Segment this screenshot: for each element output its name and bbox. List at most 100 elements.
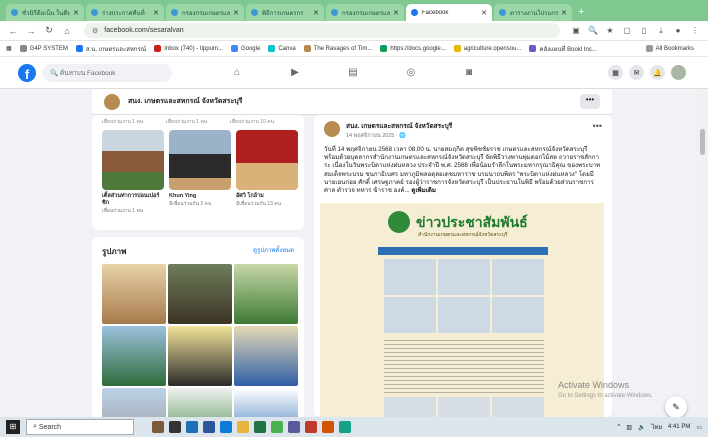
- photo-thumbnail[interactable]: [102, 326, 166, 386]
- browser-tab[interactable]: ร่างประกาศคืนที่ ✕: [86, 4, 164, 21]
- forward-icon[interactable]: →: [24, 26, 38, 36]
- translate-icon[interactable]: ▣: [569, 26, 583, 35]
- app-icon[interactable]: [288, 421, 300, 433]
- post-menu-icon[interactable]: •••: [593, 121, 602, 131]
- photo-thumbnail[interactable]: [168, 388, 232, 417]
- poster-photo: [492, 397, 544, 417]
- language-indicator[interactable]: ไทย: [651, 422, 662, 432]
- groups-icon[interactable]: ◎: [382, 67, 440, 78]
- bookmark-item[interactable]: Google: [230, 45, 260, 52]
- windows-start-icon[interactable]: ⊞: [6, 420, 20, 434]
- notifications-icon[interactable]: 🔔: [650, 65, 665, 80]
- marketplace-icon[interactable]: ▤: [324, 67, 382, 78]
- notification-icon[interactable]: ▭: [696, 424, 702, 431]
- tray-chevron-icon[interactable]: ^: [617, 424, 620, 430]
- browser-tab[interactable]: พิธีการเกษตรกร ✕: [246, 4, 324, 21]
- home-icon[interactable]: ⌂: [208, 67, 266, 78]
- photo-thumbnail[interactable]: [168, 326, 232, 386]
- photo-thumbnail[interactable]: [234, 264, 298, 324]
- new-tab-button[interactable]: +: [578, 4, 584, 21]
- video-icon[interactable]: ▶: [266, 67, 324, 78]
- clock[interactable]: 4:41 PM: [668, 424, 690, 430]
- bookmark-item[interactable]: The Ravages of Tim...: [303, 45, 372, 52]
- reload-icon[interactable]: ↻: [42, 25, 56, 36]
- bookmark-item[interactable]: G4P SYSTEM: [19, 45, 68, 52]
- app-icon[interactable]: [152, 421, 164, 433]
- apps-icon[interactable]: ▦: [6, 45, 12, 52]
- see-all-photos-link[interactable]: ดูรูปภาพทั้งหมด: [253, 245, 294, 258]
- bookmark-item[interactable]: Canva: [268, 45, 296, 52]
- chrome-icon[interactable]: [271, 421, 283, 433]
- facebook-search[interactable]: 🔍 ค้นหาบน Facebook: [42, 63, 172, 82]
- activate-windows-subtitle: Go to Settings to activate Windows.: [558, 393, 653, 399]
- avatar[interactable]: [671, 65, 686, 80]
- facebook-logo-icon[interactable]: f: [18, 63, 36, 82]
- app-icon[interactable]: [305, 421, 317, 433]
- bookmark-item[interactable]: agriculture.opensou...: [453, 45, 521, 52]
- photo-thumbnail[interactable]: [234, 388, 298, 417]
- scrollbar[interactable]: [697, 89, 708, 417]
- page-title[interactable]: สนง. เกษตรและสหกรณ์ จังหวัดสระบุรี: [128, 96, 242, 107]
- bookmark-icon: [303, 45, 311, 52]
- close-icon[interactable]: ✕: [233, 9, 239, 17]
- zoom-icon[interactable]: 🔍: [586, 26, 600, 35]
- profile-icon[interactable]: ●: [671, 26, 685, 35]
- site-info-icon[interactable]: ⚙: [92, 27, 98, 35]
- home-icon[interactable]: ⌂: [60, 26, 74, 36]
- see-more-link[interactable]: ดูเพิ่มเติม: [411, 187, 436, 194]
- photo-thumbnail[interactable]: [102, 264, 166, 324]
- app-icon[interactable]: [322, 421, 334, 433]
- taskbar-search[interactable]: ⌕ Search: [26, 419, 134, 435]
- taskbar-apps: [152, 421, 356, 433]
- close-icon[interactable]: ✕: [153, 9, 159, 17]
- browser-tab[interactable]: กรองกรมเกษตรและ ✕: [166, 4, 244, 21]
- new-message-button[interactable]: ✎: [665, 396, 687, 418]
- bookmark-item[interactable]: Inbox (740) - tippum...: [154, 45, 223, 52]
- friend-item[interactable]: Khun Ying มีเพื่อนร่วมกัน 2 คน: [169, 130, 231, 215]
- volume-icon[interactable]: 🔈: [638, 424, 645, 431]
- app-icon[interactable]: [339, 421, 351, 433]
- all-bookmarks[interactable]: All Bookmarks: [645, 45, 694, 52]
- page-avatar[interactable]: [104, 93, 120, 110]
- photo-thumbnail[interactable]: [234, 326, 298, 386]
- download-icon[interactable]: ⤓: [654, 26, 668, 36]
- back-icon[interactable]: ←: [6, 26, 20, 36]
- bookmark-item[interactable]: https://docs.google...: [380, 45, 446, 52]
- photo-thumbnail[interactable]: [102, 388, 166, 417]
- url-field[interactable]: ⚙ facebook.com/sesaralvan: [84, 23, 560, 38]
- gaming-icon[interactable]: ◙: [440, 67, 498, 78]
- close-icon[interactable]: ✕: [481, 9, 487, 17]
- friend-item[interactable]: อัศวิ โกอ้าม มีเพื่อนร่วมกัน 13 คน: [236, 130, 298, 215]
- menu-grid-icon[interactable]: ▦: [608, 65, 623, 80]
- post-date[interactable]: 14 พฤศจิกายน 2025 · 🌐: [346, 132, 452, 140]
- extensions-icon[interactable]: ▢: [620, 26, 634, 35]
- bookmark-item[interactable]: คลังแผนที่ Bookl Inc...: [529, 44, 597, 54]
- excel-icon[interactable]: [254, 421, 266, 433]
- edge-icon[interactable]: [220, 421, 232, 433]
- explorer-icon[interactable]: [237, 421, 249, 433]
- scrollbar-thumb[interactable]: [700, 129, 705, 155]
- word-icon[interactable]: [203, 421, 215, 433]
- bookmark-star-icon[interactable]: ★: [603, 26, 617, 35]
- browser-tab[interactable]: กรองกรมเกษตรและ ✕: [326, 4, 404, 21]
- browser-tab-active[interactable]: Facebook ✕: [406, 4, 492, 21]
- sidepanel-icon[interactable]: ▯: [637, 26, 651, 35]
- task-view-icon[interactable]: [169, 421, 181, 433]
- messenger-icon[interactable]: ✉: [629, 65, 644, 80]
- close-icon[interactable]: ✕: [393, 9, 399, 17]
- post-author-avatar[interactable]: [324, 121, 340, 137]
- more-options-button[interactable]: •••: [580, 94, 600, 109]
- photo-thumbnail[interactable]: [168, 264, 232, 324]
- app-icon[interactable]: [186, 421, 198, 433]
- menu-icon[interactable]: ⋮: [688, 26, 702, 35]
- browser-tab[interactable]: ตารางงานโปรแกรม ✕: [494, 4, 572, 21]
- bookmark-item[interactable]: ส.น. เกษตรและสหกรณ์: [75, 44, 146, 54]
- close-icon[interactable]: ✕: [73, 9, 79, 17]
- friend-item[interactable]: เติ้ลส่วนท่าการบ่อนเปอร์ซิก เพื่อนร่วมงา…: [102, 130, 164, 215]
- browser-tab[interactable]: ชั่วนิรีดีอเน็น ในคืน ✕: [6, 4, 84, 21]
- close-icon[interactable]: ✕: [313, 9, 319, 17]
- network-icon[interactable]: ▥: [626, 424, 632, 431]
- close-icon[interactable]: ✕: [561, 9, 567, 17]
- poster-photos: [384, 259, 544, 334]
- post-author[interactable]: สนง. เกษตรและสหกรณ์ จังหวัดสระบุรี: [346, 121, 452, 131]
